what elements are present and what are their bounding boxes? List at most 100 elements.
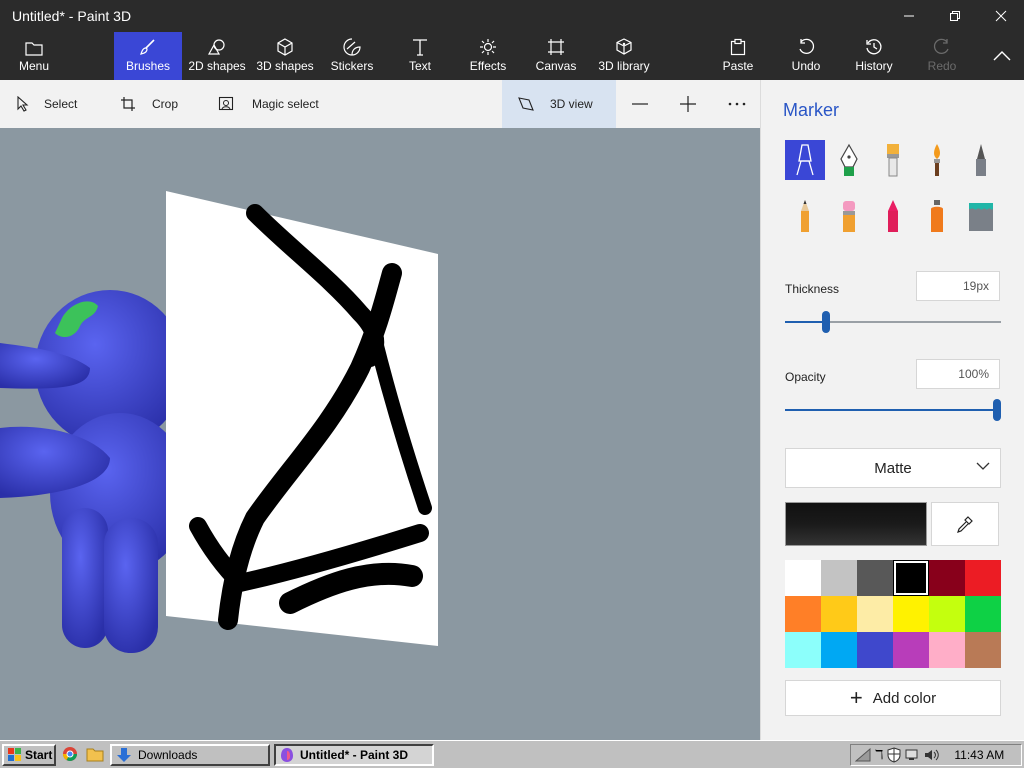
ime-indicator-icon[interactable]: ℸ (875, 747, 883, 763)
tab-brushes[interactable]: Brushes (114, 32, 182, 80)
spray-can-icon (931, 200, 943, 232)
restore-button[interactable] (932, 0, 978, 32)
minimize-button[interactable] (886, 0, 932, 32)
thickness-slider-thumb[interactable] (822, 311, 831, 333)
color-swatch[interactable] (929, 560, 965, 596)
pencil-brush[interactable] (785, 196, 825, 236)
close-icon (995, 10, 1007, 22)
title-bar: Untitled* - Paint 3D (0, 0, 1024, 32)
fill-bucket-icon (969, 203, 993, 231)
finish-dropdown[interactable]: Matte (785, 448, 1001, 488)
color-swatch[interactable] (929, 632, 965, 668)
watercolor-brush[interactable] (917, 140, 957, 180)
calligraphy-pen-icon (840, 143, 858, 176)
tab-3d-library[interactable]: 3D library (594, 32, 654, 80)
thickness-label: Thickness (785, 282, 840, 296)
oil-brush[interactable] (873, 140, 913, 180)
drawing-canvas[interactable] (0, 128, 760, 740)
fill-bucket[interactable] (961, 196, 1001, 236)
color-swatch[interactable] (857, 560, 893, 596)
start-button[interactable]: Start (2, 744, 56, 766)
tab-effects[interactable]: Effects (464, 32, 512, 80)
tab-stickers[interactable]: Stickers (324, 32, 380, 80)
pixel-pen-brush[interactable] (961, 140, 1001, 180)
color-swatch[interactable] (785, 632, 821, 668)
brush-icon (140, 39, 155, 55)
color-swatch[interactable] (857, 632, 893, 668)
marker-brush[interactable] (785, 140, 825, 180)
tab-2d-shapes[interactable]: 2D shapes (186, 32, 248, 80)
tray-flag-icon[interactable] (855, 748, 871, 762)
select-button[interactable]: Select (16, 80, 77, 128)
chevron-up-icon (993, 51, 1011, 61)
color-swatch[interactable] (965, 632, 1001, 668)
zoom-in-button[interactable] (678, 80, 698, 128)
spray-can-brush[interactable] (917, 196, 957, 236)
color-swatch[interactable] (821, 560, 857, 596)
tab-2d-shapes-label: 2D shapes (188, 59, 246, 73)
pencil-icon (801, 200, 809, 232)
color-swatch[interactable] (821, 632, 857, 668)
downloads-label: Downloads (138, 748, 198, 762)
crayon-brush[interactable] (873, 196, 913, 236)
paste-button[interactable]: Paste (716, 32, 760, 80)
opacity-slider-thumb[interactable] (993, 399, 1001, 421)
eyedropper-button[interactable] (931, 502, 999, 546)
magic-select-icon (218, 96, 234, 111)
eraser-icon (843, 201, 855, 232)
eyedropper-icon (957, 516, 973, 533)
calligraphy-pen-brush[interactable] (829, 140, 869, 180)
redo-icon (933, 38, 949, 54)
canvas-icon (548, 39, 564, 55)
color-swatch[interactable] (965, 596, 1001, 632)
color-swatch[interactable] (857, 596, 893, 632)
color-swatch[interactable] (893, 596, 929, 632)
sub-toolbar: Select Crop Magic select 3D view (0, 80, 760, 128)
plus-icon (680, 96, 696, 112)
tab-3d-shapes[interactable]: 3D shapes (254, 32, 316, 80)
shield-icon[interactable] (887, 747, 901, 763)
zoom-out-button[interactable] (630, 80, 650, 128)
redo-button[interactable]: Redo (920, 32, 964, 80)
current-color-swatch[interactable] (785, 502, 927, 546)
file-explorer-icon[interactable] (86, 746, 104, 762)
minimize-icon (904, 15, 914, 17)
network-icon[interactable] (905, 748, 921, 762)
chrome-icon[interactable] (62, 746, 78, 762)
magic-select-button[interactable]: Magic select (218, 80, 319, 128)
ellipsis-icon (728, 102, 746, 106)
color-swatch[interactable] (821, 596, 857, 632)
blue-3d-character[interactable] (0, 290, 190, 653)
tab-effects-label: Effects (469, 59, 507, 73)
color-swatch[interactable] (785, 560, 821, 596)
watercolor-icon (934, 144, 940, 176)
undo-button[interactable]: Undo (784, 32, 828, 80)
color-swatch[interactable] (965, 560, 1001, 596)
3d-library-icon (616, 38, 632, 55)
select-label: Select (44, 97, 78, 111)
collapse-ribbon-button[interactable] (984, 32, 1020, 80)
thickness-input[interactable]: 19px (916, 271, 1000, 301)
system-tray: ℸ 11:43 AM (850, 744, 1022, 766)
color-swatch[interactable] (785, 596, 821, 632)
tab-canvas[interactable]: Canvas (532, 32, 580, 80)
add-color-button[interactable]: + Add color (785, 680, 1001, 716)
white-plane-object[interactable] (166, 191, 438, 646)
color-swatch[interactable] (929, 596, 965, 632)
eraser-brush[interactable] (829, 196, 869, 236)
chevron-down-icon (976, 462, 990, 470)
volume-icon[interactable] (924, 748, 940, 762)
color-swatch[interactable] (893, 560, 929, 596)
history-button[interactable]: History (850, 32, 898, 80)
3d-view-toggle[interactable]: 3D view (502, 80, 616, 128)
paint3d-taskbar-button[interactable]: Untitled* - Paint 3D (274, 744, 434, 766)
opacity-input[interactable]: 100% (916, 359, 1000, 389)
crop-button[interactable]: Crop (120, 80, 178, 128)
tab-text[interactable]: Text (396, 32, 444, 80)
tab-brushes-label: Brushes (125, 59, 171, 73)
downloads-taskbar-button[interactable]: Downloads (110, 744, 270, 766)
menu-button[interactable]: Menu (4, 32, 64, 80)
color-swatch[interactable] (893, 632, 929, 668)
close-button[interactable] (978, 0, 1024, 32)
more-options-button[interactable] (726, 80, 748, 128)
